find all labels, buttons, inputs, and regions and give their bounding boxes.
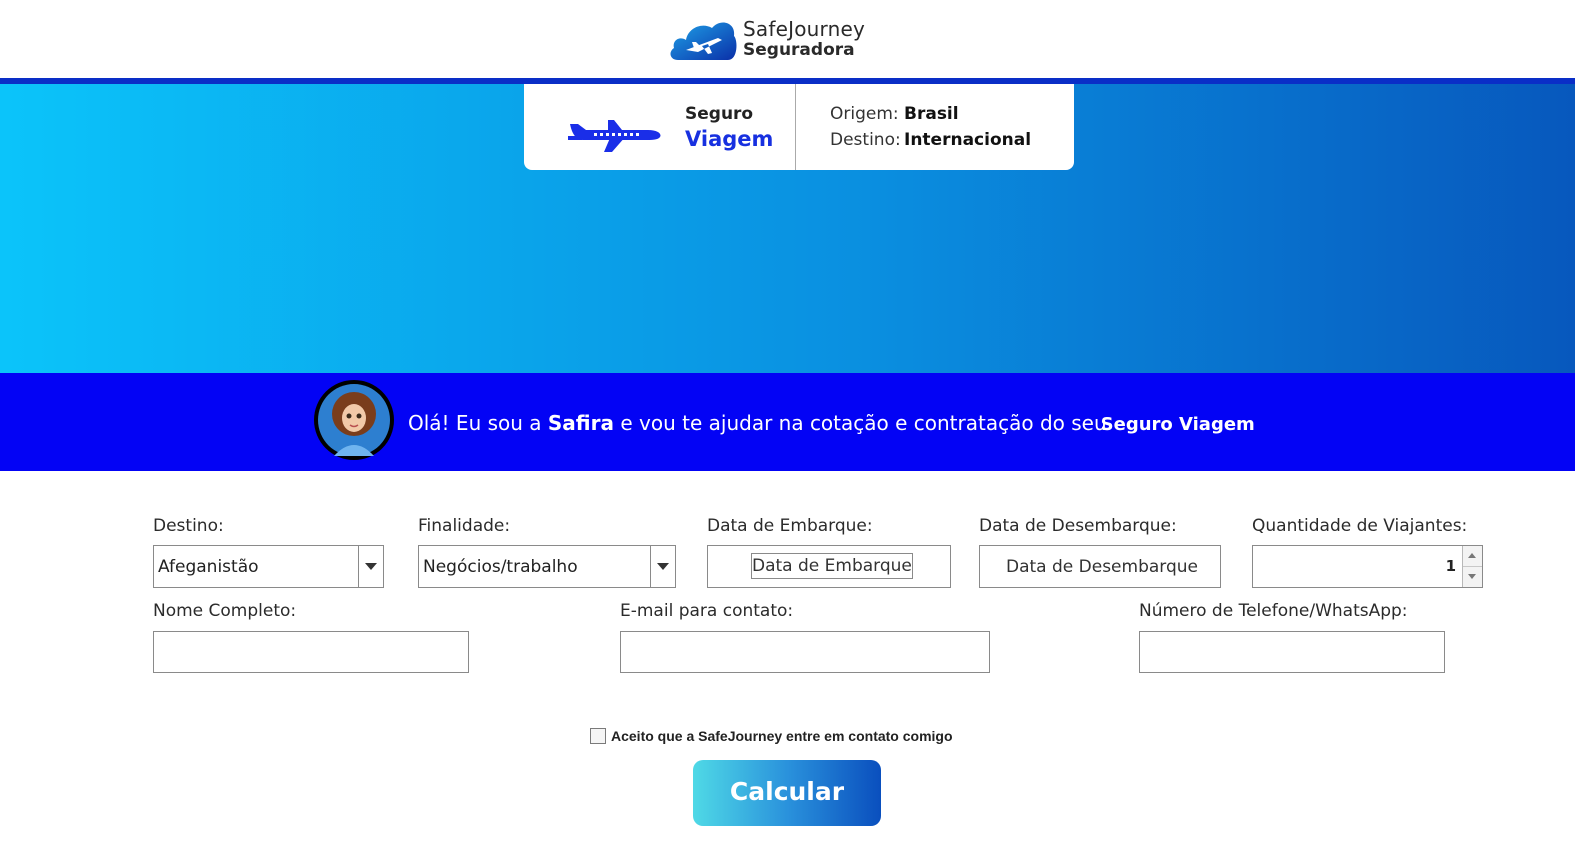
destination-label: Destino:: [830, 130, 901, 150]
departure-field-label: Data de Embarque:: [707, 516, 873, 536]
assistant-text: e vou te ajudar na cotação e contratação…: [614, 411, 1107, 435]
purpose-select[interactable]: Negócios/trabalho: [418, 545, 676, 588]
card-divider: [795, 84, 796, 170]
product-line-2: Viagem: [685, 127, 774, 151]
assistant-greeting: Olá! Eu sou a: [408, 411, 548, 435]
product-line-1: Seguro: [685, 104, 754, 124]
spin-up-icon[interactable]: [1463, 546, 1482, 567]
airplane-icon: [564, 104, 664, 154]
destination-value: Internacional: [904, 130, 1032, 150]
destination-select[interactable]: Afeganistão: [153, 545, 384, 588]
phone-label: Número de Telefone/WhatsApp:: [1139, 601, 1408, 621]
consent-checkbox[interactable]: [590, 728, 606, 744]
assistant-message: Olá! Eu sou a Safira e vou te ajudar na …: [408, 411, 1255, 435]
spin-down-icon[interactable]: [1463, 567, 1482, 587]
travelers-stepper[interactable]: 1: [1252, 545, 1483, 588]
departure-date-placeholder: Data de Embarque: [751, 553, 913, 579]
destination-select-value: Afeganistão: [158, 557, 259, 577]
origin-value: Brasil: [904, 104, 959, 124]
assistant-name: Safira: [547, 411, 614, 435]
return-field-label: Data de Desembarque:: [979, 516, 1177, 536]
calculate-button[interactable]: Calcular: [693, 760, 881, 826]
full-name-input[interactable]: [153, 631, 469, 673]
assistant-avatar: [314, 380, 394, 460]
full-name-label: Nome Completo:: [153, 601, 297, 621]
email-label: E-mail para contato:: [620, 601, 794, 621]
assistant-product: Seguro Viagem: [1100, 414, 1255, 435]
return-date-placeholder: Data de Desembarque: [1006, 557, 1198, 577]
brand-name: SafeJourney: [743, 17, 865, 41]
purpose-select-value: Negócios/trabalho: [423, 557, 578, 577]
phone-input[interactable]: [1139, 631, 1445, 673]
destination-field-label: Destino:: [153, 516, 224, 536]
chevron-down-icon[interactable]: [358, 546, 383, 587]
brand-subtitle: Seguradora: [743, 40, 855, 60]
origin-label: Origem:: [830, 104, 899, 124]
cloud-plane-logo-icon: [670, 22, 737, 61]
chevron-down-icon[interactable]: [650, 546, 675, 587]
travelers-spinner: [1462, 546, 1482, 587]
departure-date-field[interactable]: Data de Embarque: [707, 545, 951, 588]
travelers-field-label: Quantidade de Viajantes:: [1252, 516, 1468, 536]
email-input[interactable]: [620, 631, 990, 673]
return-date-field[interactable]: Data de Desembarque: [979, 545, 1221, 588]
consent-label[interactable]: Aceito que a SafeJourney entre em contat…: [611, 728, 953, 744]
brand-logo: [668, 14, 738, 62]
travelers-value: 1: [1445, 557, 1456, 575]
purpose-field-label: Finalidade:: [418, 516, 511, 536]
